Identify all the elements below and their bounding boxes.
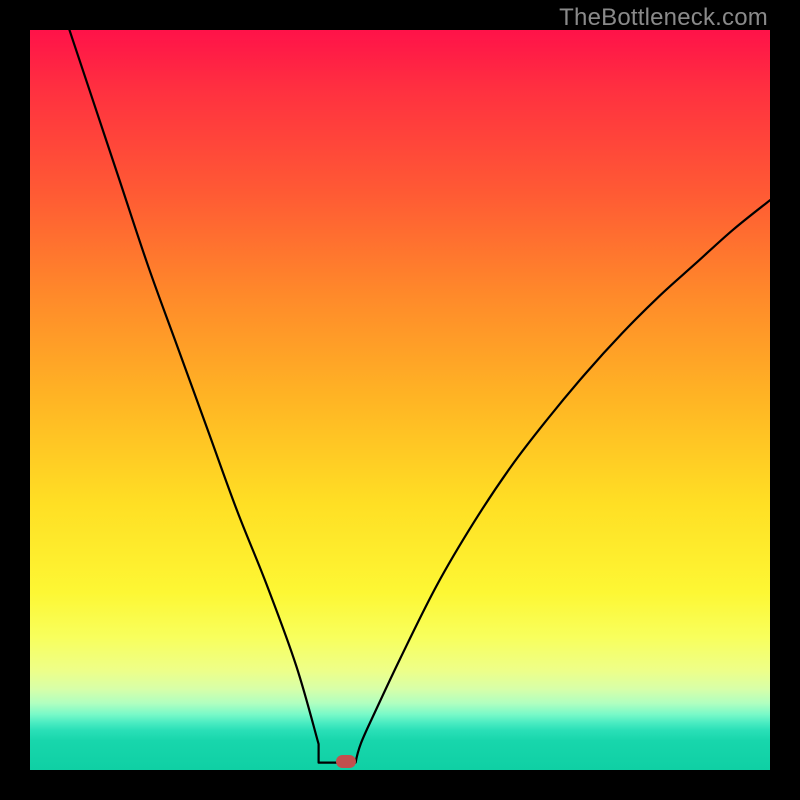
- chart-frame: TheBottleneck.com: [0, 0, 800, 800]
- plot-area: [30, 30, 770, 770]
- bottleneck-curve: [30, 30, 770, 770]
- attribution-text: TheBottleneck.com: [559, 4, 768, 32]
- optimum-marker: [336, 755, 356, 768]
